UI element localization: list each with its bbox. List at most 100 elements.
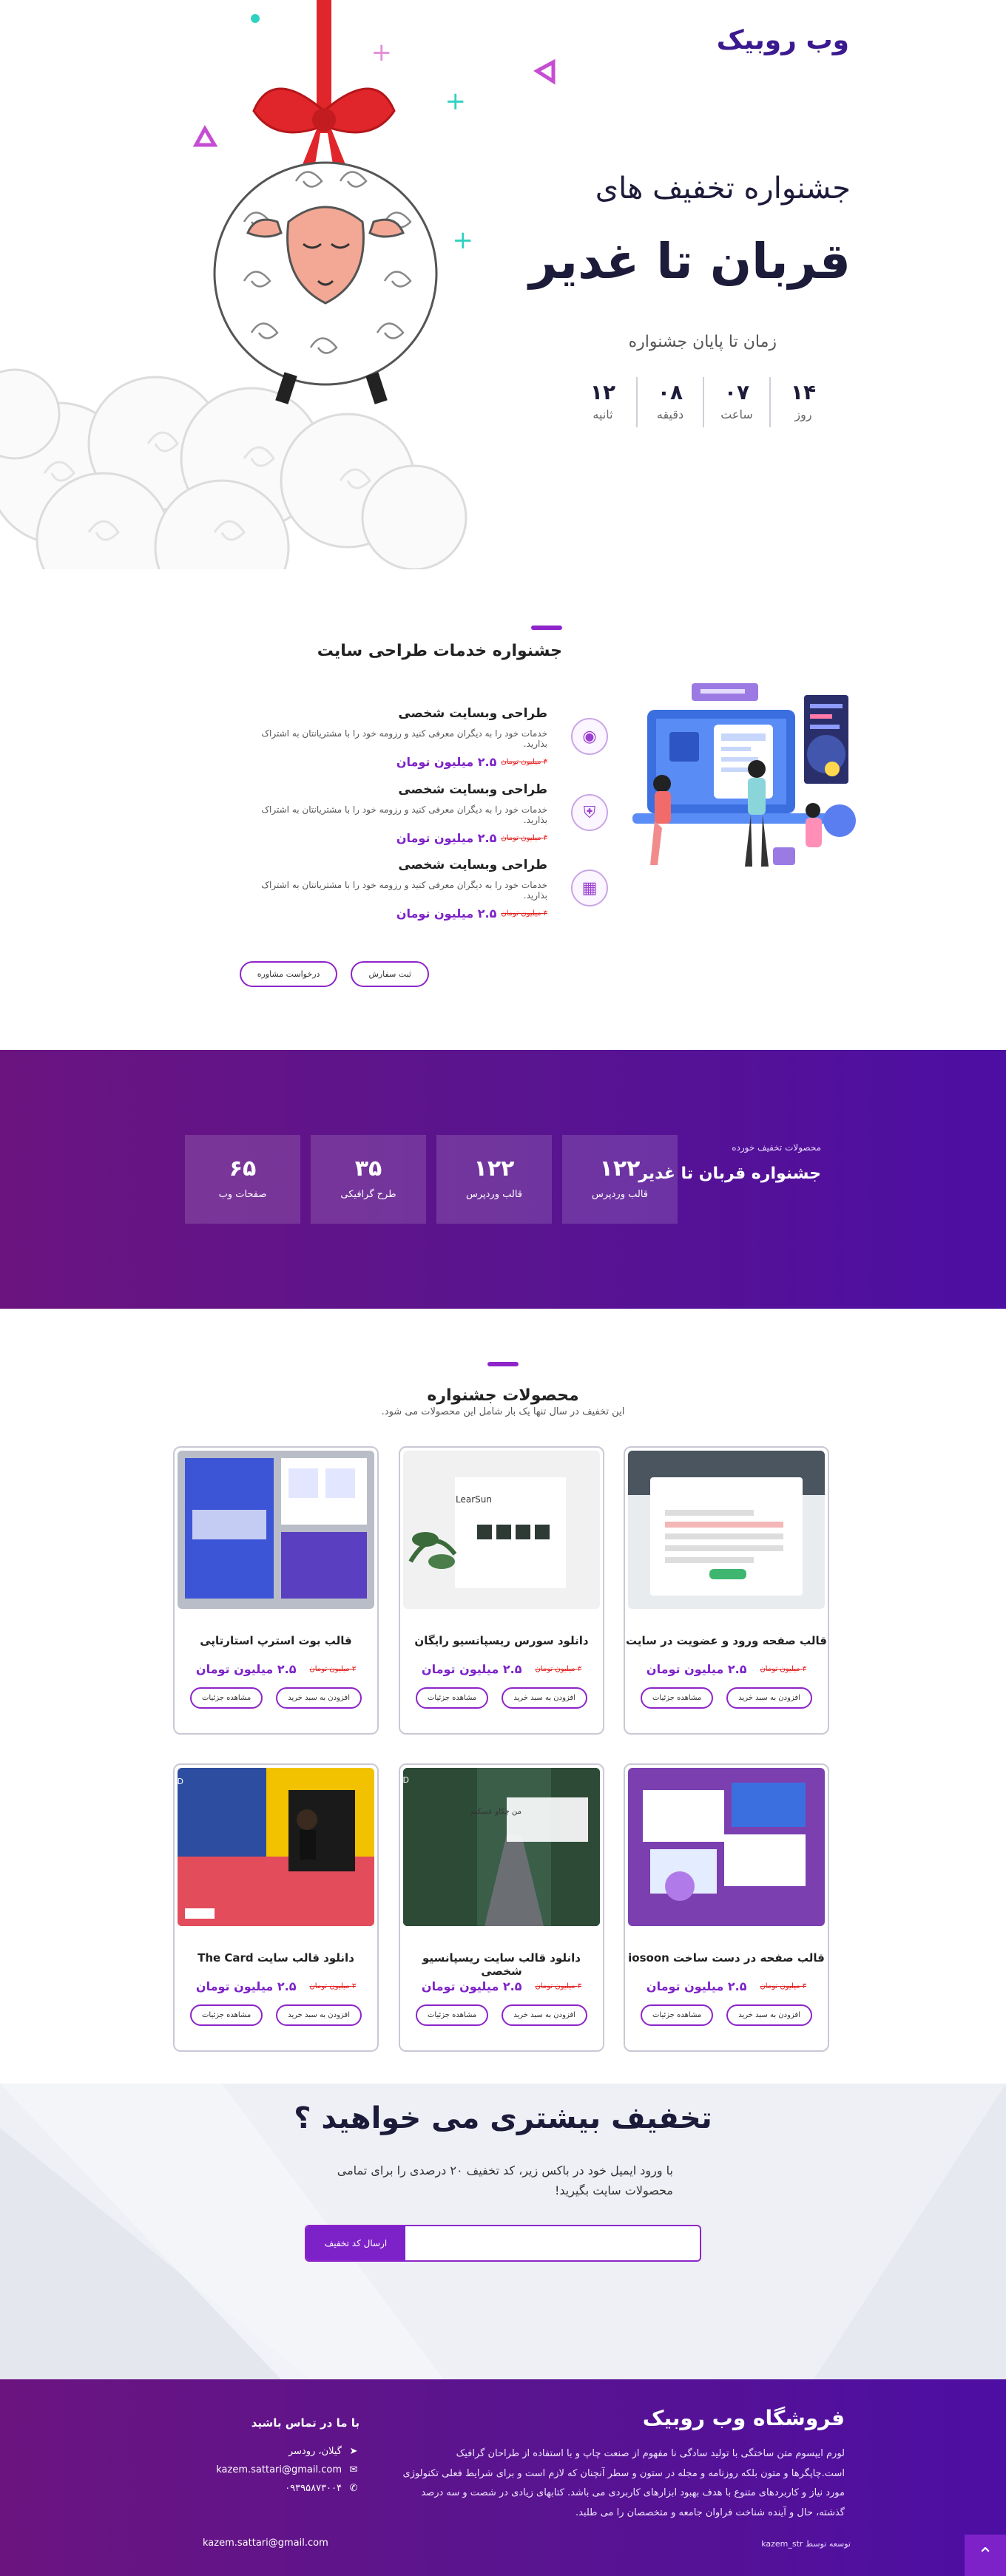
request-consultation-button[interactable]: درخواست مشاوره bbox=[239, 961, 338, 987]
countdown-title: زمان تا پایان جشنواره bbox=[628, 333, 777, 351]
thumb-person-text: من چکاو عسکیم bbox=[470, 1808, 521, 1816]
stat-box: ۳۵ طرح گرافیکی bbox=[311, 1135, 426, 1224]
product-card: وارد شوید قالب صفحه ورود و عضویت در سایت… bbox=[624, 1446, 829, 1735]
stat-box: ۱۲۲ قالب وردپرس bbox=[436, 1135, 552, 1224]
countdown-seconds-value: ۱۲ bbox=[590, 380, 616, 404]
view-details-button[interactable]: مشاهده جزئیات bbox=[641, 1687, 714, 1709]
stats-caption: محصولات تخفیف خورده bbox=[732, 1142, 821, 1153]
product-actions: افزودن به سبد خرید مشاهده جزئیات bbox=[175, 1687, 377, 1709]
product-name[interactable]: دانلود سورس ریسپانسیو رایگان bbox=[400, 1634, 603, 1647]
product-thumbnail[interactable] bbox=[178, 1451, 374, 1609]
product-name[interactable]: قالب صفحه ورود و عضویت در سایت bbox=[625, 1634, 828, 1647]
service-old-price: ۳ میلیون تومان bbox=[501, 834, 547, 842]
footer: فروشگاه وب روبیک لورم ایپسوم متن ساختگی … bbox=[0, 2379, 1006, 2576]
product-thumbnail[interactable]: LearSun bbox=[403, 1451, 600, 1609]
email-input[interactable] bbox=[404, 2226, 700, 2260]
stat-value: ۱۲۲ bbox=[599, 1156, 641, 1182]
products-subtitle: این تخفیف در سال تنها یک بار شامل این مح… bbox=[381, 1406, 625, 1417]
svg-text:+: + bbox=[453, 226, 474, 255]
product-prices: ۲.۵ میلیون تومان ۳ میلیون تومان bbox=[175, 1979, 377, 1993]
add-to-cart-button[interactable]: افزودن به سبد خرید bbox=[726, 2004, 812, 2026]
countdown-days-label: روز bbox=[794, 407, 812, 421]
product-name[interactable]: قالب صفحه در دست ساخت iosoon bbox=[625, 1951, 828, 1965]
stat-value: ۶۵ bbox=[229, 1156, 257, 1182]
newsletter-description: با ورود ایمیل خود در باکس زیر، کد تخفیف … bbox=[337, 2163, 673, 2198]
product-card: THE CARD من چکاو عسکیم دانلود قالب سایت … bbox=[399, 1763, 604, 2052]
product-prices: ۲.۵ میلیون تومان ۳ میلیون تومان bbox=[625, 1979, 828, 1993]
service-price: ۲.۵ میلیون تومان bbox=[396, 755, 497, 769]
sheep-illustration: + + + bbox=[0, 0, 474, 569]
triangle-decoration-icon bbox=[533, 59, 556, 85]
service-item: ◉ طراحی وبسایت شخصی خدمات خود را به دیگر… bbox=[237, 706, 608, 769]
service-prices: ۲.۵ میلیون تومان ۳ میلیون تومان bbox=[237, 906, 547, 921]
services-actions: ثبت سفارش درخواست مشاوره bbox=[239, 961, 429, 987]
product-prices: ۲.۵ میلیون تومان ۳ میلیون تومان bbox=[400, 1979, 603, 1993]
view-details-button[interactable]: مشاهده جزئیات bbox=[190, 2004, 263, 2026]
location-text: گیلان، رودسر bbox=[288, 2446, 342, 2457]
stat-label: قالب وردپرس bbox=[591, 1189, 649, 1200]
add-to-cart-button[interactable]: افزودن به سبد خرید bbox=[726, 1687, 812, 1709]
stat-label: صفحات وب bbox=[218, 1189, 267, 1200]
view-details-button[interactable]: مشاهده جزئیات bbox=[416, 1687, 489, 1709]
send-discount-code-button[interactable]: ارسال کد تخفیف bbox=[306, 2226, 405, 2260]
location-arrow-icon: ➤ bbox=[349, 2446, 358, 2457]
add-to-cart-button[interactable]: افزودن به سبد خرید bbox=[502, 2004, 587, 2026]
product-thumbnail[interactable]: THE CARD bbox=[178, 1768, 374, 1926]
service-desc: خدمات خود را به دیگران معرفی کنید و رزوم… bbox=[261, 880, 547, 901]
scroll-to-top-button[interactable]: ⌃ bbox=[965, 2535, 1006, 2576]
countdown-hours-value: ۰۷ bbox=[723, 380, 750, 404]
product-thumbnail[interactable]: وارد شوید bbox=[628, 1451, 825, 1609]
service-prices: ۲.۵ میلیون تومان ۳ میلیون تومان bbox=[237, 755, 547, 769]
product-price: ۲.۵ میلیون تومان bbox=[195, 1662, 297, 1676]
thumb-login-text: وارد شوید bbox=[708, 1485, 739, 1493]
countdown-minutes-label: دقیقه bbox=[656, 407, 684, 421]
site-logo[interactable]: وب روبیک bbox=[717, 25, 849, 55]
service-price: ۲.۵ میلیون تومان bbox=[396, 831, 497, 845]
product-price: ۲.۵ میلیون تومان bbox=[195, 1979, 297, 1993]
add-to-cart-button[interactable]: افزودن به سبد خرید bbox=[502, 1687, 587, 1709]
products-title: محصولات جشنواره bbox=[427, 1386, 579, 1405]
add-to-cart-button[interactable]: افزودن به سبد خرید bbox=[276, 1687, 362, 1709]
contact-email[interactable]: ✉ kazem.sattari@gmail.com bbox=[197, 2464, 359, 2475]
countdown-hours-label: ساعت bbox=[720, 407, 753, 421]
stat-value: ۱۲۲ bbox=[473, 1156, 515, 1182]
fingerprint-icon: ◉ bbox=[571, 718, 608, 755]
product-name[interactable]: قالب بوت استرپ استارتاپی bbox=[175, 1634, 377, 1647]
countdown-seconds: ۱۲ ثانیه bbox=[570, 377, 636, 427]
order-button[interactable]: ثبت سفارش bbox=[351, 961, 429, 987]
service-old-price: ۳ میلیون تومان bbox=[501, 909, 547, 918]
footer-email-link[interactable]: kazem.sattari@gmail.com bbox=[203, 2538, 328, 2549]
stat-label: طرح گرافیکی bbox=[340, 1189, 396, 1200]
thumb-learn-text: LearSun bbox=[456, 1494, 492, 1505]
services-title: جشنواره خدمات طراحی سایت bbox=[317, 642, 562, 660]
hero-title: قربان تا غدیر bbox=[529, 233, 851, 290]
countdown-days: ۱۴ روز bbox=[769, 377, 836, 427]
product-price: ۲.۵ میلیون تومان bbox=[421, 1662, 522, 1676]
countdown-days-value: ۱۴ bbox=[790, 380, 817, 404]
stats-section: محصولات تخفیف خورده جشنواره قربان تا غدی… bbox=[0, 1050, 1006, 1309]
thumb-card-text: THE CARD bbox=[403, 1775, 409, 1785]
hero-subtitle: جشنواره تخفیف های bbox=[595, 172, 851, 206]
contact-location: ➤ گیلان، رودسر bbox=[197, 2446, 359, 2457]
newsletter-form: ارسال کد تخفیف bbox=[305, 2225, 701, 2262]
product-actions: افزودن به سبد خرید مشاهده جزئیات bbox=[625, 1687, 828, 1709]
email-text[interactable]: kazem.sattari@gmail.com bbox=[216, 2464, 342, 2475]
product-name[interactable]: دانلود قالب سایت ریسپانسیو شخصی bbox=[400, 1951, 603, 1978]
view-details-button[interactable]: مشاهده جزئیات bbox=[416, 2004, 489, 2026]
view-details-button[interactable]: مشاهده جزئیات bbox=[190, 1687, 263, 1709]
product-actions: افزودن به سبد خرید مشاهده جزئیات bbox=[400, 1687, 603, 1709]
contact-phone[interactable]: ✆ ۰۹۳۹۵۸۷۳۰۰۴ bbox=[197, 2483, 359, 2494]
product-name[interactable]: دانلود قالب سایت The Card bbox=[175, 1951, 377, 1965]
product-thumbnail[interactable]: THE CARD من چکاو عسکیم bbox=[403, 1768, 600, 1926]
footer-about: لورم ایپسوم متن ساختگی با تولید سادگی نا… bbox=[402, 2448, 845, 2518]
countdown-minutes-value: ۰۸ bbox=[657, 380, 683, 404]
phone-text[interactable]: ۰۹۳۹۵۸۷۳۰۰۴ bbox=[285, 2483, 342, 2494]
add-to-cart-button[interactable]: افزودن به سبد خرید bbox=[276, 2004, 362, 2026]
product-prices: ۲.۵ میلیون تومان ۳ میلیون تومان bbox=[175, 1662, 377, 1676]
countdown-timer: ۱۴ روز ۰۷ ساعت ۰۸ دقیقه ۱۲ ثانیه bbox=[570, 377, 836, 427]
newsletter-title: تخفیف بیشتری می خواهید ؟ bbox=[294, 2101, 712, 2135]
product-actions: افزودن به سبد خرید مشاهده جزئیات bbox=[625, 2004, 828, 2026]
product-prices: ۲.۵ میلیون تومان ۳ میلیون تومان bbox=[400, 1662, 603, 1676]
view-details-button[interactable]: مشاهده جزئیات bbox=[641, 2004, 714, 2026]
product-thumbnail[interactable] bbox=[628, 1768, 825, 1926]
